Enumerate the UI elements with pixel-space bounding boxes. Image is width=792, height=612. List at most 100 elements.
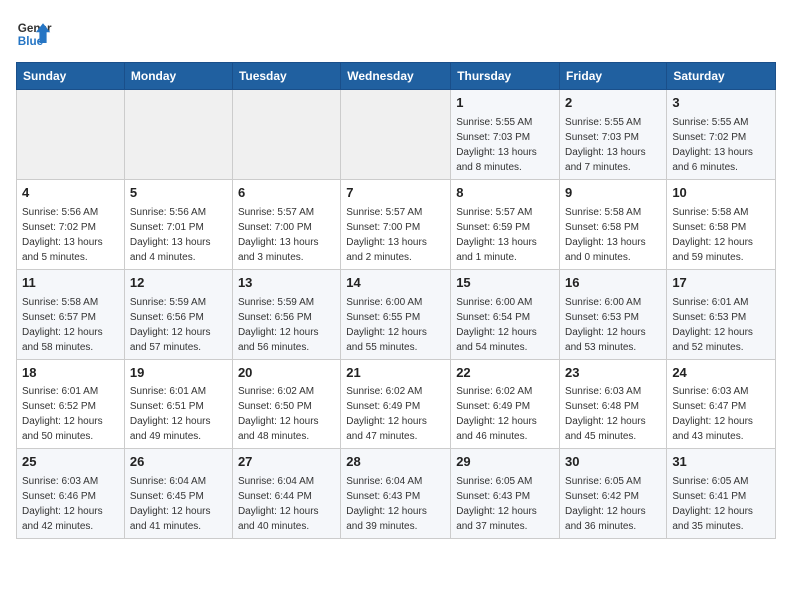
day-number: 21 (346, 364, 445, 383)
day-number: 18 (22, 364, 119, 383)
cell-info: Sunrise: 5:58 AM Sunset: 6:58 PM Dayligh… (565, 205, 661, 265)
cell-info: Sunrise: 5:55 AM Sunset: 7:03 PM Dayligh… (565, 115, 661, 175)
day-number: 13 (238, 274, 335, 293)
calendar-cell (124, 90, 232, 180)
calendar-cell (232, 90, 340, 180)
cell-info: Sunrise: 6:01 AM Sunset: 6:51 PM Dayligh… (130, 384, 227, 444)
day-number: 1 (456, 94, 554, 113)
cell-info: Sunrise: 6:04 AM Sunset: 6:43 PM Dayligh… (346, 474, 445, 534)
weekday-header: Monday (124, 63, 232, 90)
cell-info: Sunrise: 6:04 AM Sunset: 6:44 PM Dayligh… (238, 474, 335, 534)
cell-info: Sunrise: 6:00 AM Sunset: 6:54 PM Dayligh… (456, 295, 554, 355)
cell-info: Sunrise: 6:00 AM Sunset: 6:53 PM Dayligh… (565, 295, 661, 355)
page-header: General Blue (16, 16, 776, 52)
day-number: 6 (238, 184, 335, 203)
cell-info: Sunrise: 6:02 AM Sunset: 6:49 PM Dayligh… (346, 384, 445, 444)
cell-info: Sunrise: 6:03 AM Sunset: 6:47 PM Dayligh… (672, 384, 770, 444)
day-number: 11 (22, 274, 119, 293)
day-number: 17 (672, 274, 770, 293)
day-number: 14 (346, 274, 445, 293)
calendar-cell: 16 Sunrise: 6:00 AM Sunset: 6:53 PM Dayli… (560, 269, 667, 359)
day-number: 28 (346, 453, 445, 472)
cell-info: Sunrise: 6:03 AM Sunset: 6:48 PM Dayligh… (565, 384, 661, 444)
calendar-cell (341, 90, 451, 180)
cell-info: Sunrise: 6:01 AM Sunset: 6:52 PM Dayligh… (22, 384, 119, 444)
calendar-cell: 24Sunrise: 6:03 AM Sunset: 6:47 PM Dayli… (667, 359, 776, 449)
calendar-cell: 27 Sunrise: 6:04 AM Sunset: 6:44 PM Dayli… (232, 449, 340, 539)
calendar-cell: 12 Sunrise: 5:59 AM Sunset: 6:56 PM Dayli… (124, 269, 232, 359)
calendar-cell: 13 Sunrise: 5:59 AM Sunset: 6:56 PM Dayli… (232, 269, 340, 359)
calendar-cell: 6 Sunrise: 5:57 AM Sunset: 7:00 PM Daylig… (232, 179, 340, 269)
day-number: 9 (565, 184, 661, 203)
cell-info: Sunrise: 6:00 AM Sunset: 6:55 PM Dayligh… (346, 295, 445, 355)
cell-info: Sunrise: 5:59 AM Sunset: 6:56 PM Dayligh… (130, 295, 227, 355)
weekday-header: Thursday (451, 63, 560, 90)
calendar-cell: 31 Sunrise: 6:05 AM Sunset: 6:41 PM Dayli… (667, 449, 776, 539)
calendar-week-row: 1 Sunrise: 5:55 AM Sunset: 7:03 PM Daylig… (17, 90, 776, 180)
calendar-cell: 25Sunrise: 6:03 AM Sunset: 6:46 PM Dayli… (17, 449, 125, 539)
calendar-cell: 11Sunrise: 5:58 AM Sunset: 6:57 PM Dayli… (17, 269, 125, 359)
cell-info: Sunrise: 6:02 AM Sunset: 6:49 PM Dayligh… (456, 384, 554, 444)
calendar-cell: 18Sunrise: 6:01 AM Sunset: 6:52 PM Dayli… (17, 359, 125, 449)
day-number: 30 (565, 453, 661, 472)
calendar-cell: 14 Sunrise: 6:00 AM Sunset: 6:55 PM Dayli… (341, 269, 451, 359)
cell-info: Sunrise: 5:56 AM Sunset: 7:02 PM Dayligh… (22, 205, 119, 265)
weekday-header: Wednesday (341, 63, 451, 90)
cell-info: Sunrise: 5:57 AM Sunset: 6:59 PM Dayligh… (456, 205, 554, 265)
weekday-header: Tuesday (232, 63, 340, 90)
day-number: 16 (565, 274, 661, 293)
calendar-cell: 26 Sunrise: 6:04 AM Sunset: 6:45 PM Dayli… (124, 449, 232, 539)
cell-info: Sunrise: 5:59 AM Sunset: 6:56 PM Dayligh… (238, 295, 335, 355)
calendar-header: SundayMondayTuesdayWednesdayThursdayFrid… (17, 63, 776, 90)
cell-info: Sunrise: 6:02 AM Sunset: 6:50 PM Dayligh… (238, 384, 335, 444)
calendar-cell: 23Sunrise: 6:03 AM Sunset: 6:48 PM Dayli… (560, 359, 667, 449)
cell-info: Sunrise: 5:57 AM Sunset: 7:00 PM Dayligh… (346, 205, 445, 265)
cell-info: Sunrise: 5:56 AM Sunset: 7:01 PM Dayligh… (130, 205, 227, 265)
calendar-cell: 19Sunrise: 6:01 AM Sunset: 6:51 PM Dayli… (124, 359, 232, 449)
calendar-cell: 9 Sunrise: 5:58 AM Sunset: 6:58 PM Daylig… (560, 179, 667, 269)
logo: General Blue (16, 16, 52, 52)
day-number: 3 (672, 94, 770, 113)
calendar-week-row: 11Sunrise: 5:58 AM Sunset: 6:57 PM Dayli… (17, 269, 776, 359)
calendar-week-row: 25Sunrise: 6:03 AM Sunset: 6:46 PM Dayli… (17, 449, 776, 539)
cell-info: Sunrise: 5:58 AM Sunset: 6:58 PM Dayligh… (672, 205, 770, 265)
calendar-cell: 4Sunrise: 5:56 AM Sunset: 7:02 PM Daylig… (17, 179, 125, 269)
day-number: 29 (456, 453, 554, 472)
day-number: 23 (565, 364, 661, 383)
day-number: 19 (130, 364, 227, 383)
calendar-table: SundayMondayTuesdayWednesdayThursdayFrid… (16, 62, 776, 539)
weekday-header: Saturday (667, 63, 776, 90)
cell-info: Sunrise: 6:04 AM Sunset: 6:45 PM Dayligh… (130, 474, 227, 534)
weekday-header: Friday (560, 63, 667, 90)
day-number: 15 (456, 274, 554, 293)
calendar-cell: 21Sunrise: 6:02 AM Sunset: 6:49 PM Dayli… (341, 359, 451, 449)
day-number: 20 (238, 364, 335, 383)
day-number: 25 (22, 453, 119, 472)
calendar-cell: 8Sunrise: 5:57 AM Sunset: 6:59 PM Daylig… (451, 179, 560, 269)
weekday-header: Sunday (17, 63, 125, 90)
calendar-cell: 28 Sunrise: 6:04 AM Sunset: 6:43 PM Dayli… (341, 449, 451, 539)
cell-info: Sunrise: 6:01 AM Sunset: 6:53 PM Dayligh… (672, 295, 770, 355)
cell-info: Sunrise: 6:05 AM Sunset: 6:42 PM Dayligh… (565, 474, 661, 534)
header-row: SundayMondayTuesdayWednesdayThursdayFrid… (17, 63, 776, 90)
cell-info: Sunrise: 6:05 AM Sunset: 6:43 PM Dayligh… (456, 474, 554, 534)
day-number: 12 (130, 274, 227, 293)
calendar-week-row: 18Sunrise: 6:01 AM Sunset: 6:52 PM Dayli… (17, 359, 776, 449)
day-number: 26 (130, 453, 227, 472)
day-number: 2 (565, 94, 661, 113)
calendar-cell: 30 Sunrise: 6:05 AM Sunset: 6:42 PM Dayli… (560, 449, 667, 539)
logo-icon: General Blue (16, 16, 52, 52)
day-number: 31 (672, 453, 770, 472)
day-number: 24 (672, 364, 770, 383)
cell-info: Sunrise: 5:57 AM Sunset: 7:00 PM Dayligh… (238, 205, 335, 265)
calendar-cell: 10 Sunrise: 5:58 AM Sunset: 6:58 PM Dayli… (667, 179, 776, 269)
cell-info: Sunrise: 5:55 AM Sunset: 7:03 PM Dayligh… (456, 115, 554, 175)
day-number: 7 (346, 184, 445, 203)
day-number: 10 (672, 184, 770, 203)
calendar-cell: 17 Sunrise: 6:01 AM Sunset: 6:53 PM Dayli… (667, 269, 776, 359)
calendar-cell: 5Sunrise: 5:56 AM Sunset: 7:01 PM Daylig… (124, 179, 232, 269)
cell-info: Sunrise: 6:05 AM Sunset: 6:41 PM Dayligh… (672, 474, 770, 534)
day-number: 27 (238, 453, 335, 472)
calendar-cell: 22Sunrise: 6:02 AM Sunset: 6:49 PM Dayli… (451, 359, 560, 449)
calendar-cell: 29 Sunrise: 6:05 AM Sunset: 6:43 PM Dayli… (451, 449, 560, 539)
